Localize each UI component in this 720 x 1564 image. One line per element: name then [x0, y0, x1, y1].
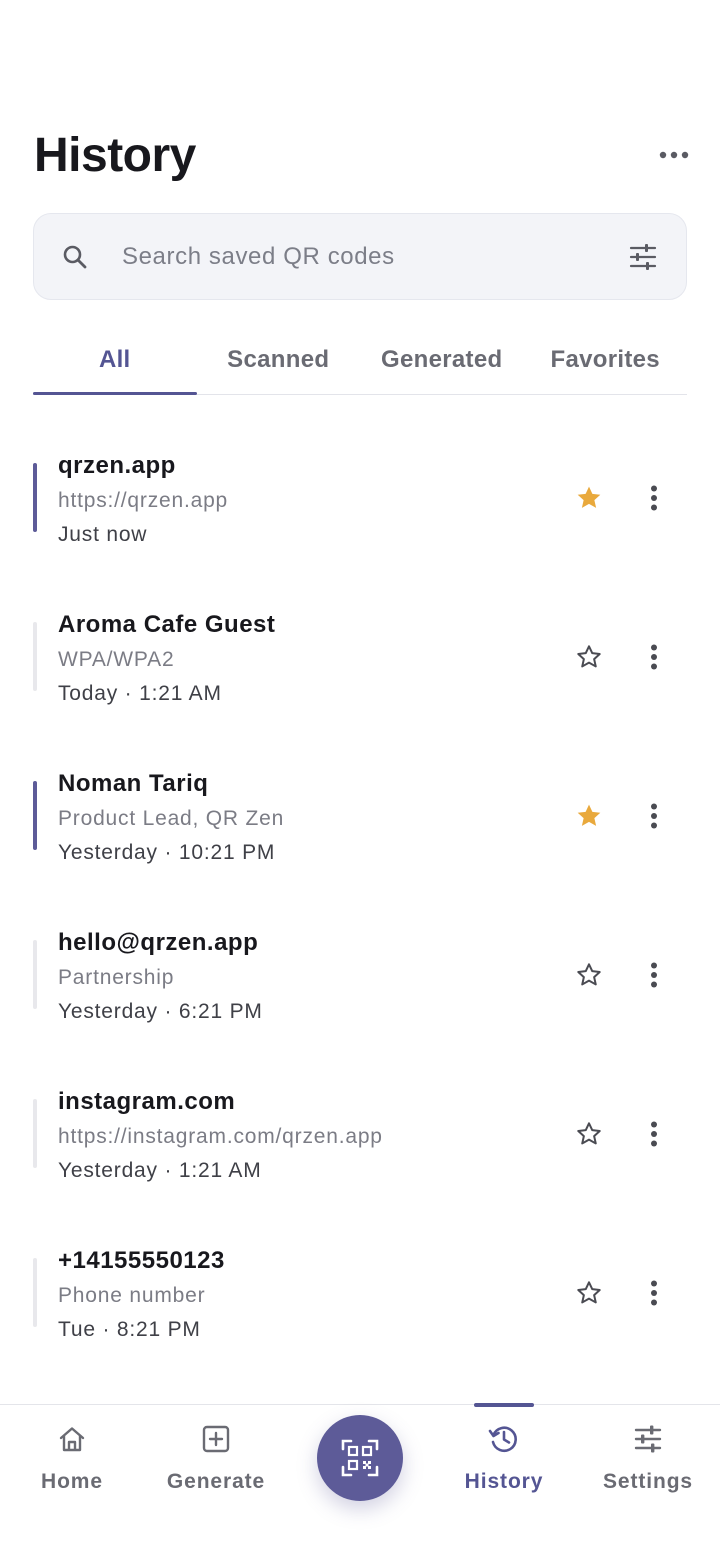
- history-icon: [486, 1421, 522, 1457]
- item-title: Aroma Cafe Guest: [58, 611, 276, 638]
- list-item[interactable]: hello@qrzen.app Partnership Yesterday · …: [33, 897, 687, 1056]
- item-accent-bar: [33, 1258, 37, 1327]
- more-horizontal-icon: [659, 151, 689, 159]
- nav-settings[interactable]: Settings: [576, 1421, 720, 1494]
- nav-home[interactable]: Home: [0, 1421, 144, 1494]
- tab-generated[interactable]: Generated: [360, 325, 524, 394]
- search-input[interactable]: [122, 242, 626, 271]
- item-menu-button[interactable]: [639, 955, 669, 995]
- item-menu-button[interactable]: [639, 637, 669, 677]
- item-title: +14155550123: [58, 1247, 225, 1274]
- item-accent-bar: [33, 940, 37, 1009]
- active-tab-indicator: [474, 1403, 534, 1407]
- item-title: hello@qrzen.app: [58, 929, 259, 956]
- nav-label: History: [464, 1470, 544, 1493]
- favorite-toggle[interactable]: [569, 796, 609, 836]
- star-filled-icon: [577, 804, 601, 826]
- star-outline-icon: [577, 1122, 601, 1145]
- filter-tabs: All Scanned Generated Favorites: [33, 325, 687, 395]
- history-list: qrzen.app https://qrzen.app Just now Aro…: [33, 420, 687, 1374]
- item-time: Just now: [58, 523, 148, 546]
- filter-icon[interactable]: [626, 240, 660, 274]
- item-time: Yesterday · 10:21 PM: [58, 841, 276, 864]
- star-outline-icon: [577, 963, 601, 986]
- add-square-icon: [198, 1421, 234, 1457]
- search-icon: [60, 242, 90, 272]
- item-title: qrzen.app: [58, 452, 176, 479]
- list-item[interactable]: +14155550123 Phone number Tue · 8:21 PM: [33, 1215, 687, 1374]
- item-accent-bar: [33, 463, 37, 532]
- item-menu-button[interactable]: [639, 478, 669, 518]
- search-bar: [33, 213, 687, 300]
- favorite-toggle[interactable]: [569, 1114, 609, 1154]
- item-menu-button[interactable]: [639, 1114, 669, 1154]
- tab-all[interactable]: All: [33, 325, 197, 395]
- tab-scanned[interactable]: Scanned: [197, 325, 361, 394]
- item-menu-button[interactable]: [639, 1273, 669, 1313]
- item-menu-button[interactable]: [639, 796, 669, 836]
- item-time: Tue · 8:21 PM: [58, 1318, 201, 1341]
- page-title: History: [34, 128, 196, 182]
- more-vertical-icon: [651, 644, 657, 670]
- star-outline-icon: [577, 645, 601, 668]
- list-item[interactable]: Aroma Cafe Guest WPA/WPA2 Today · 1:21 A…: [33, 579, 687, 738]
- list-item[interactable]: Noman Tariq Product Lead, QR Zen Yesterd…: [33, 738, 687, 897]
- sliders-icon: [630, 1421, 666, 1457]
- favorite-toggle[interactable]: [569, 955, 609, 995]
- header: History: [34, 120, 689, 190]
- list-item[interactable]: instagram.com https://instagram.com/qrze…: [33, 1056, 687, 1215]
- qr-scan-icon: [341, 1439, 379, 1477]
- bottom-nav: Home Generate History Settings: [0, 1403, 720, 1564]
- nav-generate[interactable]: Generate: [144, 1421, 288, 1494]
- item-accent-bar: [33, 781, 37, 850]
- more-options-button[interactable]: [654, 135, 694, 175]
- tab-favorites[interactable]: Favorites: [524, 325, 688, 394]
- item-accent-bar: [33, 622, 37, 691]
- scan-button[interactable]: [317, 1415, 403, 1501]
- nav-label: Generate: [166, 1470, 266, 1493]
- home-icon: [54, 1421, 90, 1457]
- nav-label: Home: [41, 1470, 103, 1493]
- more-vertical-icon: [651, 1280, 657, 1306]
- item-title: instagram.com: [58, 1088, 236, 1115]
- nav-label: Settings: [602, 1470, 694, 1493]
- more-vertical-icon: [651, 803, 657, 829]
- item-time: Today · 1:21 AM: [58, 682, 222, 705]
- list-item[interactable]: qrzen.app https://qrzen.app Just now: [33, 420, 687, 579]
- star-filled-icon: [577, 486, 601, 508]
- more-vertical-icon: [651, 962, 657, 988]
- favorite-toggle[interactable]: [569, 1273, 609, 1313]
- item-title: Noman Tariq: [58, 770, 209, 797]
- item-time: Yesterday · 6:21 PM: [58, 1000, 263, 1023]
- favorite-toggle[interactable]: [569, 478, 609, 518]
- item-accent-bar: [33, 1099, 37, 1168]
- item-time: Yesterday · 1:21 AM: [58, 1159, 262, 1182]
- more-vertical-icon: [651, 1121, 657, 1147]
- favorite-toggle[interactable]: [569, 637, 609, 677]
- more-vertical-icon: [651, 485, 657, 511]
- star-outline-icon: [577, 1281, 601, 1304]
- nav-history[interactable]: History: [432, 1421, 576, 1494]
